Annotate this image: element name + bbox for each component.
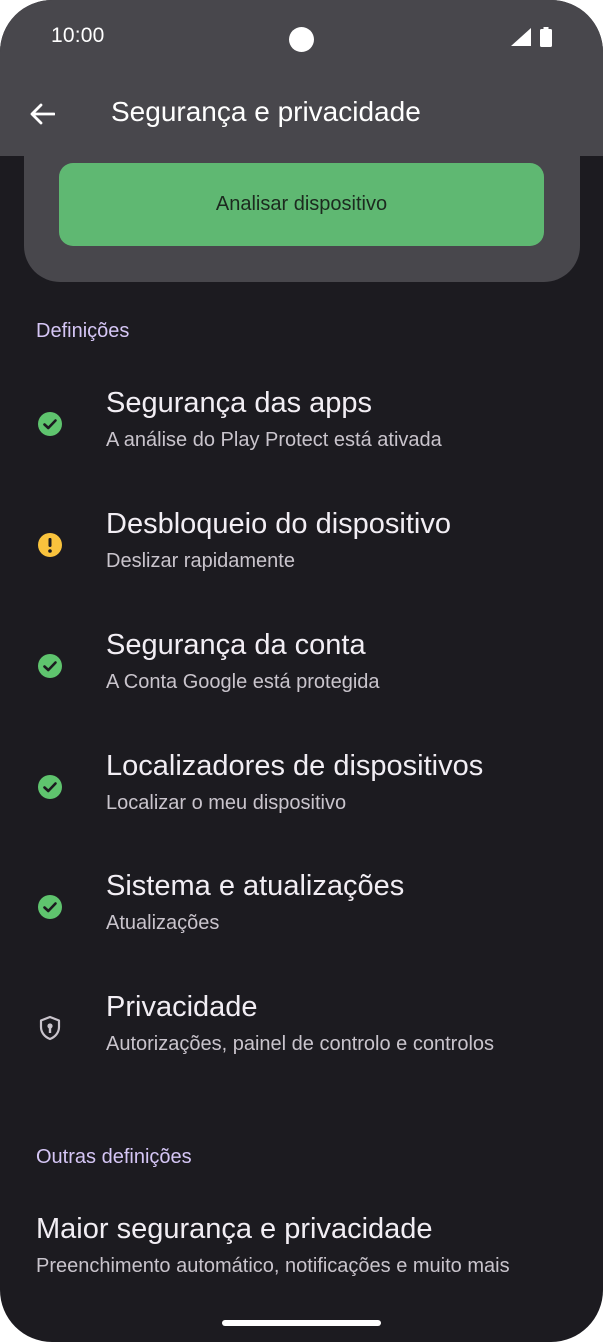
phone-screen: 10:00 Segurança e privacidade Analisar d… — [0, 0, 603, 1342]
section-heading-other-settings: Outras definições — [36, 1146, 192, 1168]
check-circle-icon — [38, 412, 62, 436]
settings-item-privacy[interactable]: Privacidade Autorizações, painel de cont… — [0, 991, 603, 1103]
page-title: Segurança e privacidade — [111, 96, 421, 127]
settings-item-system-updates[interactable]: Sistema e atualizações Atualizações — [0, 870, 603, 982]
status-time: 10:00 — [51, 24, 105, 47]
check-circle-icon — [38, 775, 62, 799]
app-bar: 10:00 Segurança e privacidade — [0, 0, 603, 156]
settings-item-subtitle: Atualizações — [106, 912, 220, 934]
settings-item-title: Localizadores de dispositivos — [106, 750, 484, 782]
settings-item-device-finders[interactable]: Localizadores de dispositivos Localizar … — [0, 750, 603, 862]
home-gesture-bar[interactable] — [222, 1320, 381, 1326]
settings-item-title: Maior segurança e privacidade — [36, 1213, 433, 1245]
settings-item-app-security[interactable]: Segurança das apps A análise do Play Pro… — [0, 387, 603, 499]
settings-item-more-security-privacy[interactable]: Maior segurança e privacidade Preenchime… — [0, 1213, 603, 1325]
settings-item-subtitle: Autorizações, painel de controlo e contr… — [106, 1033, 495, 1055]
section-heading-settings: Definições — [36, 320, 130, 342]
battery-icon — [540, 27, 552, 47]
settings-item-subtitle: Preenchimento automático, notificações e… — [36, 1255, 510, 1277]
scan-device-button[interactable]: Analisar dispositivo — [59, 163, 544, 246]
shield-lock-icon — [39, 1015, 61, 1041]
settings-item-subtitle: A Conta Google está protegida — [106, 671, 380, 693]
check-circle-icon — [38, 895, 62, 919]
signal-icon — [511, 28, 531, 46]
settings-item-subtitle: A análise do Play Protect está ativada — [106, 429, 442, 451]
settings-item-title: Desbloqueio do dispositivo — [106, 508, 451, 540]
warning-circle-icon — [38, 533, 62, 557]
settings-item-account-security[interactable]: Segurança da conta A Conta Google está p… — [0, 629, 603, 741]
settings-item-device-unlock[interactable]: Desbloqueio do dispositivo Deslizar rapi… — [0, 508, 603, 620]
check-circle-icon — [38, 654, 62, 678]
settings-item-subtitle: Localizar o meu dispositivo — [106, 792, 347, 814]
camera-cutout — [289, 27, 314, 52]
settings-item-title: Privacidade — [106, 991, 258, 1023]
settings-item-title: Segurança da conta — [106, 629, 366, 661]
settings-item-title: Segurança das apps — [106, 387, 373, 419]
arrow-back-icon — [30, 103, 55, 125]
back-button[interactable] — [20, 92, 64, 136]
settings-item-title: Sistema e atualizações — [106, 870, 405, 902]
settings-item-subtitle: Deslizar rapidamente — [106, 550, 295, 572]
